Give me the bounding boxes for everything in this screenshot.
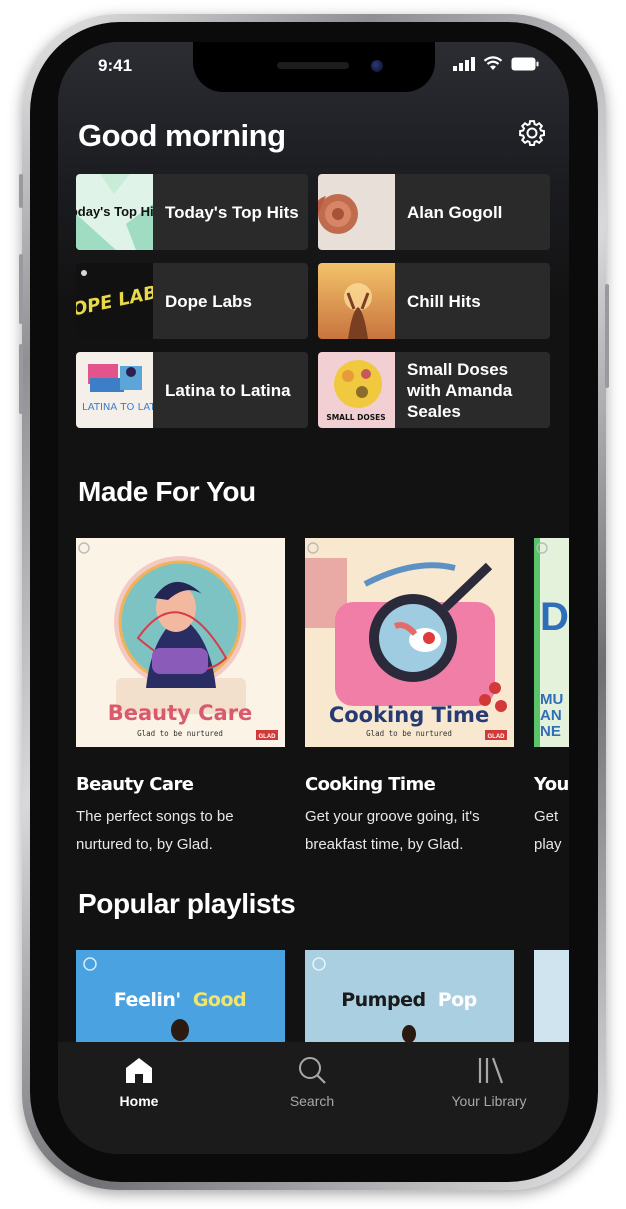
small-doses-cover-text: SMALL DOSES (326, 413, 385, 422)
greeting-title: Good morning (78, 118, 286, 153)
card-description: Get your groove going, it's breakfast ti… (305, 808, 480, 853)
nav-home-label: Home (119, 1093, 159, 1109)
tile-label: Alan Gogoll (407, 202, 503, 222)
tile-label: Today's Top Hits (165, 202, 299, 222)
wifi-icon (483, 56, 503, 70)
cooking-time-cover-sub: Glad to be nurtured (366, 729, 452, 738)
card-description: Get play (534, 808, 562, 853)
dope-labs-cover: DOPE LABS (76, 263, 153, 339)
library-icon (478, 1057, 504, 1084)
nav-search[interactable]: Search (257, 1056, 367, 1109)
tile-chill-hits[interactable]: Chill Hits (318, 263, 550, 339)
settings-gear-icon[interactable] (517, 118, 547, 148)
card-beauty-care[interactable]: Beauty Care Glad to be nurtured GLAD Bea… (76, 538, 285, 859)
partial-cover-line: AN (540, 707, 562, 724)
pumped-pop-title-a: Pumped (341, 989, 425, 1011)
todays-top-hits-cover: Today's Top Hits (76, 174, 153, 250)
alan-gogoll-cover (318, 174, 395, 250)
todays-top-hits-cover-text: Today's Top Hits (76, 204, 153, 219)
glad-badge: GLAD (259, 734, 277, 740)
latina-to-latina-cover: LATINA TO LATINA (76, 352, 153, 428)
cellular-signal-icon (453, 56, 475, 71)
nav-library[interactable]: Your Library (434, 1056, 544, 1109)
card-title: Beauty Care (76, 774, 194, 795)
notch (193, 42, 435, 92)
beauty-care-cover-sub: Glad to be nurtured (137, 729, 223, 738)
tile-small-doses[interactable]: SMALL DOSES Small Doses with Amanda Seal… (318, 352, 550, 428)
partial-cover-line: NE (540, 723, 561, 740)
pumped-pop-title-b: Pop (438, 989, 477, 1011)
card-partial[interactable]: D MU AN NE You Get play (534, 538, 569, 859)
made-for-you-heading: Made For You (78, 476, 256, 507)
power-button (605, 284, 609, 388)
cooking-time-cover: Cooking Time Glad to be nurtured GLAD (305, 538, 514, 747)
partial-cover-letter: D (540, 595, 569, 639)
nav-search-label: Search (289, 1093, 335, 1109)
card-description: The perfect songs to be nurtured to, by … (76, 808, 234, 853)
volume-up-button (19, 254, 23, 324)
tile-todays-top-hits[interactable]: Today's Top Hits Today's Top Hits (76, 174, 308, 250)
svg-text:Pumped Pop: Pumped Pop (341, 989, 477, 1011)
card-cooking-time[interactable]: Cooking Time Glad to be nurtured GLAD Co… (305, 538, 514, 859)
tile-alan-gogoll[interactable]: Alan Gogoll (318, 174, 550, 250)
tile-label: Dope Labs (165, 291, 252, 311)
front-camera (371, 60, 383, 72)
beauty-care-cover-title: Beauty Care (108, 701, 253, 725)
mute-switch (19, 174, 23, 208)
tile-label: Latina to Latina (165, 380, 291, 400)
tile-label: Small Doses with Amanda Seales (407, 359, 513, 421)
cooking-time-cover-title: Cooking Time (329, 703, 489, 727)
feelin-good-title-b: Good (193, 989, 246, 1011)
bottom-navigation: Home Search Your Library (58, 1042, 569, 1154)
speaker-grille (277, 62, 349, 69)
beauty-care-cover: Beauty Care Glad to be nurtured GLAD (76, 538, 285, 747)
tile-dope-labs[interactable]: DOPE LABS Dope Labs (76, 263, 308, 339)
svg-text:Feelin' Good: Feelin' Good (114, 989, 246, 1011)
status-time: 9:41 (98, 56, 133, 75)
card-title: Cooking Time (305, 774, 436, 795)
nav-home[interactable]: Home (84, 1056, 194, 1109)
volume-down-button (19, 344, 23, 414)
latina-cover-text: LATINA TO LATINA (82, 402, 153, 413)
tile-label: Chill Hits (407, 291, 481, 311)
partial-cover-line: MU (540, 691, 563, 708)
battery-icon (511, 57, 539, 70)
popular-playlists-heading: Popular playlists (78, 888, 296, 919)
card-title: You (534, 774, 569, 795)
glad-badge: GLAD (488, 734, 506, 740)
chill-hits-cover (318, 263, 395, 339)
feelin-good-title-a: Feelin' (114, 989, 181, 1011)
status-icons (453, 56, 539, 71)
small-doses-cover: SMALL DOSES (318, 352, 395, 428)
tile-latina-to-latina[interactable]: LATINA TO LATINA Latina to Latina (76, 352, 308, 428)
nav-library-label: Your Library (451, 1093, 527, 1109)
home-icon (126, 1058, 152, 1083)
partial-card-cover: D MU AN NE (534, 538, 569, 747)
app-screen: 9:41 Good morning Today's Top Hits Today… (58, 42, 569, 1154)
search-icon (299, 1057, 326, 1084)
